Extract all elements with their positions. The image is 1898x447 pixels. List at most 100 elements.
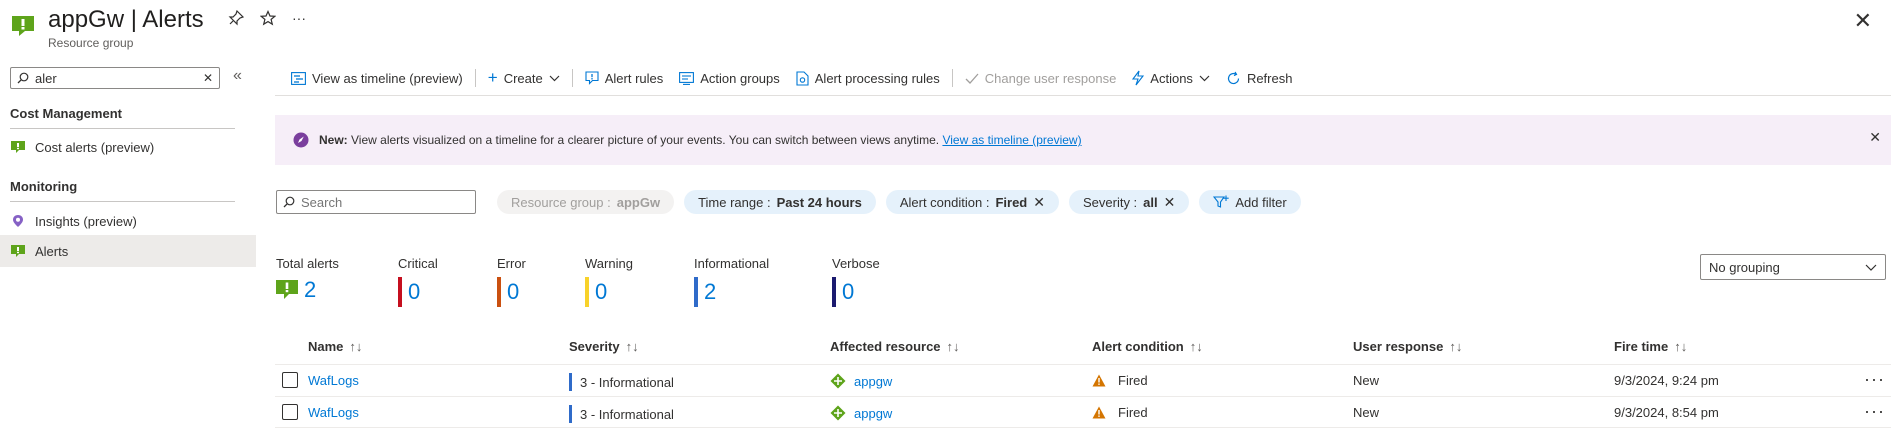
sidebar-group-monitoring: Monitoring (10, 179, 78, 194)
action-groups-label: Action groups (700, 70, 780, 86)
severity-filter[interactable]: Severity : all ✕ (1068, 190, 1190, 214)
table-row[interactable]: WafLogs 3 - Informational appgw Fired Ne… (275, 364, 1891, 396)
star-icon[interactable] (260, 10, 276, 26)
summary-verbose[interactable]: Verbose 0 (832, 256, 880, 307)
action-groups-button[interactable]: Action groups (671, 66, 788, 90)
critical-bar (398, 277, 402, 307)
error-bar (497, 277, 501, 307)
summary-label: Warning (585, 256, 633, 271)
create-button[interactable]: + Create (480, 66, 568, 90)
sidebar-divider (10, 201, 235, 202)
verbose-bar (832, 277, 836, 307)
summary-warning[interactable]: Warning 0 (585, 256, 633, 307)
sidebar-search-field[interactable] (35, 70, 197, 86)
row-checkbox[interactable] (282, 372, 298, 388)
summary-value: 0 (507, 279, 520, 304)
command-bar: View as timeline (preview) + Create Aler… (283, 66, 1300, 90)
summary-error[interactable]: Error 0 (497, 256, 526, 307)
sidebar-search-input[interactable]: ✕ (10, 67, 220, 89)
summary-total[interactable]: Total alerts 2 (276, 256, 339, 303)
summary-value: 0 (408, 279, 421, 304)
user-response-value: New (1353, 373, 1380, 388)
summary-label: Verbose (832, 256, 880, 271)
create-label: Create (503, 70, 543, 86)
change-user-response-label: Change user response (984, 70, 1117, 86)
close-banner-icon[interactable]: ✕ (1869, 129, 1881, 146)
page-subtitle: Resource group (48, 36, 134, 50)
lightning-icon (1132, 70, 1145, 86)
alert-name-link[interactable]: WafLogs (308, 405, 359, 420)
remove-filter-icon[interactable]: ✕ (1164, 194, 1176, 211)
alerts-search-field[interactable] (301, 194, 461, 210)
summary-informational[interactable]: Informational 2 (694, 256, 769, 307)
column-header-user-response[interactable]: User response ↑↓ (1353, 339, 1462, 354)
alerts-search-input[interactable] (276, 190, 476, 214)
search-icon (17, 72, 29, 84)
change-user-response-button[interactable]: Change user response (957, 66, 1125, 90)
table-row[interactable]: WafLogs 3 - Informational appgw Fired Ne… (275, 396, 1891, 428)
grouping-dropdown[interactable]: No grouping (1700, 254, 1886, 280)
warning-icon (1092, 406, 1106, 419)
alert-condition-filter[interactable]: Alert condition : Fired ✕ (885, 190, 1059, 214)
close-icon[interactable]: ✕ (1854, 8, 1872, 34)
banner-timeline-link[interactable]: View as timeline (preview) (942, 133, 1081, 147)
summary-value: 0 (842, 279, 855, 304)
total-alerts-icon (276, 280, 298, 299)
alert-name-link[interactable]: WafLogs (308, 373, 359, 388)
alert-rules-icon (585, 71, 599, 85)
remove-filter-icon[interactable]: ✕ (1033, 194, 1045, 211)
more-options-icon[interactable]: ··· (292, 10, 306, 26)
refresh-icon (1227, 71, 1240, 84)
toolbar-separator (951, 69, 953, 87)
filter-label: Resource group : (511, 194, 611, 210)
collapse-sidebar-icon[interactable]: « (233, 67, 242, 85)
fire-time-value: 9/3/2024, 8:54 pm (1614, 405, 1719, 420)
severity-indicator (569, 373, 572, 391)
summary-label: Error (497, 256, 526, 271)
application-gateway-icon (830, 373, 846, 389)
sidebar-item-alerts[interactable]: Alerts (0, 235, 256, 267)
column-header-severity[interactable]: Severity ↑↓ (569, 339, 639, 354)
summary-critical[interactable]: Critical 0 (398, 256, 438, 307)
sidebar-item-cost-alerts[interactable]: Cost alerts (preview) (0, 132, 256, 162)
summary-value: 2 (304, 277, 317, 302)
grouping-value: No grouping (1709, 259, 1780, 275)
column-header-fire-time[interactable]: Fire time ↑↓ (1614, 339, 1687, 354)
sort-icon: ↑↓ (1449, 339, 1463, 354)
plus-icon: + (487, 68, 498, 87)
affected-resource-link[interactable]: appgw (854, 374, 892, 389)
sidebar-group-cost-management: Cost Management (10, 106, 122, 121)
alert-rules-button[interactable]: Alert rules (577, 66, 672, 90)
sidebar-item-label: Insights (preview) (35, 213, 137, 229)
row-more-icon[interactable]: ··· (1864, 369, 1885, 390)
row-checkbox[interactable] (282, 404, 298, 420)
actions-button[interactable]: Actions (1124, 66, 1218, 90)
view-as-timeline-button[interactable]: View as timeline (preview) (283, 66, 471, 90)
add-filter-button[interactable]: Add filter (1199, 190, 1301, 214)
toolbar-separator (571, 69, 573, 87)
summary-label: Informational (694, 256, 770, 271)
alerts-icon (12, 16, 34, 36)
refresh-button[interactable]: Refresh (1218, 66, 1301, 90)
column-header-alert-condition[interactable]: Alert condition ↑↓ (1092, 339, 1203, 354)
pin-icon[interactable] (228, 10, 244, 26)
column-header-affected-resource[interactable]: Affected resource ↑↓ (830, 339, 960, 354)
summary-label: Total alerts (276, 256, 339, 271)
sort-icon: ↑↓ (349, 339, 363, 354)
row-more-icon[interactable]: ··· (1864, 401, 1885, 422)
sidebar-item-insights[interactable]: Insights (preview) (0, 206, 256, 236)
time-range-filter[interactable]: Time range : Past 24 hours (684, 190, 876, 214)
warning-icon (1092, 374, 1106, 387)
filter-label: Alert condition : (899, 194, 990, 210)
column-header-name[interactable]: Name ↑↓ (308, 339, 362, 354)
sidebar-divider (10, 128, 235, 129)
cost-alerts-icon (11, 141, 25, 153)
alert-rules-label: Alert rules (604, 70, 664, 86)
timeline-banner: New: View alerts visualized on a timelin… (275, 115, 1891, 165)
view-as-timeline-label: View as timeline (preview) (312, 70, 463, 86)
clear-search-icon[interactable]: ✕ (203, 71, 213, 85)
insights-icon (13, 215, 23, 227)
alert-processing-rules-button[interactable]: Alert processing rules (788, 66, 948, 90)
summary-label: Critical (398, 256, 438, 271)
affected-resource-link[interactable]: appgw (854, 406, 892, 421)
